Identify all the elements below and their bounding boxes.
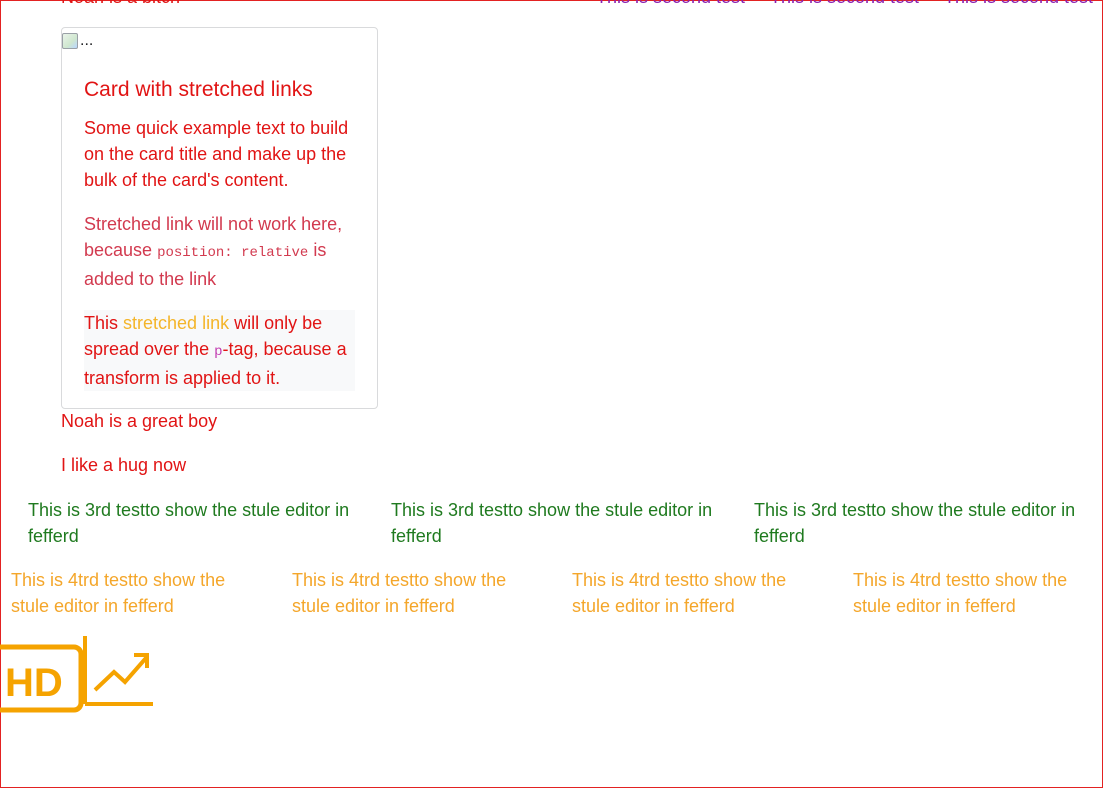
card-body: Card with stretched links Some quick exa… — [84, 76, 356, 391]
second-test-text: This is second test — [770, 0, 919, 8]
orange-item: This is 4trd testto show the stule edito… — [572, 570, 787, 616]
card-image: ... — [62, 28, 93, 54]
orange-item: This is 4trd testto show the stule edito… — [292, 570, 507, 616]
hd-logo: HD — [0, 636, 153, 713]
card-title: Card with stretched links — [84, 78, 313, 101]
card-note-code: position: relative — [157, 245, 309, 261]
hug-text: I like a hug now — [61, 455, 187, 475]
second-test-text: This is second test — [596, 0, 745, 8]
transform-paragraph: This stretched link will only be spread … — [84, 310, 355, 391]
broken-image-icon — [62, 33, 78, 49]
card[interactable]: ... Card with stretched links Some quick… — [61, 27, 378, 409]
card-note: Stretched link will not work here, becau… — [84, 211, 356, 292]
transform-code: p — [214, 344, 223, 360]
top-text: Noah is a bitch — [61, 0, 180, 8]
orange-item: This is 4trd testto show the stule edito… — [11, 570, 226, 616]
card-image-alt: ... — [80, 32, 94, 49]
trend-up-icon — [93, 653, 149, 692]
great-boy-text: Noah is a great boy — [61, 411, 218, 431]
stretched-link[interactable]: stretched link — [123, 313, 229, 333]
orange-item: This is 4trd testto show the stule edito… — [853, 570, 1068, 616]
transform-prefix: This — [84, 313, 119, 333]
card-text: Some quick example text to build on the … — [84, 118, 349, 190]
green-item: This is 3rd testto show the stule editor… — [391, 500, 713, 546]
green-item: This is 3rd testto show the stule editor… — [754, 500, 1076, 546]
green-item: This is 3rd testto show the stule editor… — [28, 500, 350, 546]
hd-logo-text: HD — [5, 661, 63, 705]
second-test-text: This is second test — [944, 0, 1093, 8]
